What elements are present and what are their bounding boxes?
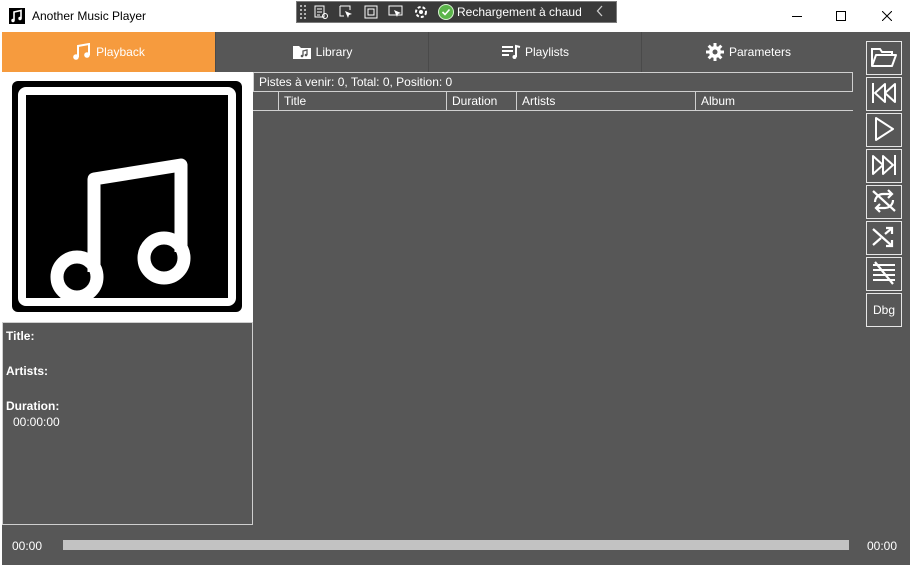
track-info-panel: Title: Artists: Duration: 00:00:00 — [2, 322, 253, 525]
shuffle-icon — [870, 224, 898, 253]
display-layout-adorners-icon[interactable] — [360, 2, 382, 22]
main-area: Playback Library Playlists Parameters Ti… — [2, 32, 910, 565]
debug-toolbar: Rechargement à chaud — [296, 1, 617, 23]
tab-parameters[interactable]: Parameters — [642, 32, 854, 72]
debug-button[interactable]: Dbg — [866, 293, 902, 327]
clear-list-icon — [870, 260, 898, 289]
gear-icon — [705, 42, 725, 62]
duration-label: Duration: — [6, 399, 60, 413]
debug-button-label: Dbg — [872, 303, 895, 317]
column-header-artists[interactable]: Artists — [516, 92, 695, 111]
previous-icon — [870, 81, 898, 108]
play-icon — [870, 116, 898, 145]
tab-label: Parameters — [728, 45, 792, 59]
previous-button[interactable] — [866, 77, 902, 111]
title-bar: Another Music Player Rechargement à chau… — [0, 0, 912, 32]
title-label: Title: — [6, 329, 35, 343]
folder-music-icon — [292, 44, 312, 60]
playlist-icon — [501, 44, 521, 60]
progress-slider[interactable] — [63, 540, 849, 550]
window-title: Another Music Player — [32, 9, 147, 23]
column-header-title[interactable]: Title — [278, 92, 446, 111]
minimize-icon — [792, 11, 802, 21]
music-note-icon — [9, 8, 25, 24]
chevron-left-icon[interactable] — [596, 5, 604, 20]
shuffle-button[interactable] — [866, 221, 902, 255]
repeat-off-icon — [870, 188, 898, 217]
minimize-button[interactable] — [774, 0, 820, 32]
clear-queue-button[interactable] — [866, 257, 902, 291]
tab-label: Playback — [96, 45, 145, 59]
close-button[interactable] — [864, 0, 910, 32]
queue-status: Pistes à venir: 0, Total: 0, Position: 0 — [253, 72, 853, 92]
artists-label: Artists: — [6, 364, 49, 378]
column-header-index[interactable] — [253, 92, 278, 111]
select-element-icon[interactable] — [335, 2, 357, 22]
maximize-icon — [836, 11, 846, 21]
repeat-button[interactable] — [866, 185, 902, 219]
hot-reload-status[interactable]: Rechargement à chaud — [438, 4, 582, 20]
column-header-album[interactable]: Album — [695, 92, 853, 111]
queue-table-header: Title Duration Artists Album — [253, 92, 853, 111]
elapsed-time: 00:00 — [12, 539, 43, 553]
toolbar-grip-icon[interactable] — [299, 4, 307, 20]
tab-library[interactable]: Library — [216, 32, 429, 72]
total-time: 00:00 — [866, 539, 897, 553]
live-visual-tree-icon[interactable] — [310, 2, 332, 22]
next-button[interactable] — [866, 149, 902, 183]
music-note-icon — [72, 43, 92, 61]
play-button[interactable] — [866, 113, 902, 147]
album-cover — [2, 72, 253, 322]
column-header-duration[interactable]: Duration — [446, 92, 516, 111]
folder-open-icon — [870, 45, 898, 72]
tab-label: Library — [315, 45, 353, 59]
track-focus-icon[interactable] — [385, 2, 407, 22]
close-icon — [882, 11, 892, 21]
tab-bar: Playback Library Playlists Parameters — [2, 32, 854, 72]
checkmark-icon — [438, 4, 454, 20]
tab-playback[interactable]: Playback — [2, 32, 216, 72]
tab-label: Playlists — [524, 45, 569, 59]
next-icon — [870, 153, 898, 180]
hot-reload-label: Rechargement à chaud — [457, 5, 582, 19]
duration-value: 00:00:00 — [13, 415, 60, 429]
tab-playlists[interactable]: Playlists — [429, 32, 642, 72]
open-folder-button[interactable] — [866, 41, 902, 75]
maximize-button[interactable] — [818, 0, 864, 32]
binding-failures-icon[interactable] — [410, 2, 432, 22]
